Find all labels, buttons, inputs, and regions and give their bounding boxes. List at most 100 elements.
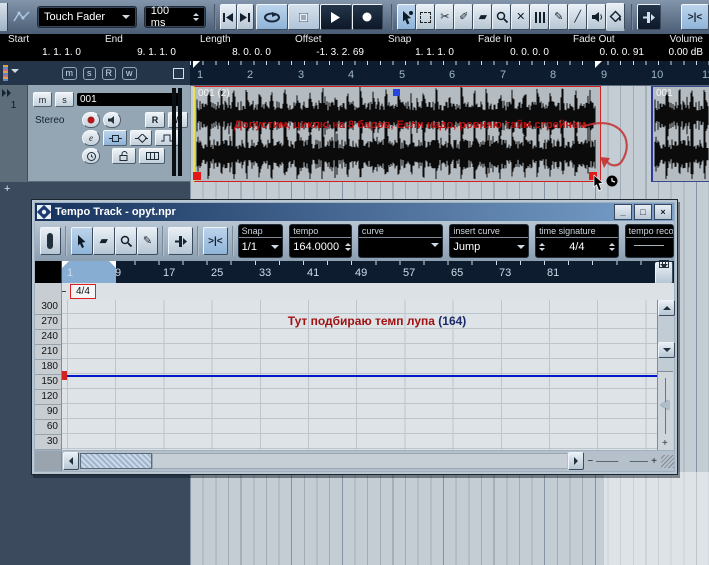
- ruler-options-button[interactable]: [655, 260, 673, 289]
- window-resize-grip[interactable]: [661, 454, 674, 468]
- track-mute-button[interactable]: m: [33, 92, 52, 107]
- info-snap[interactable]: Snap 1. 1. 1. 0: [380, 34, 470, 61]
- track-solo-button[interactable]: s: [55, 92, 74, 107]
- tool-draw[interactable]: ✎: [549, 4, 569, 30]
- global-solo-button[interactable]: s: [83, 66, 96, 80]
- chevron-down-icon[interactable]: [11, 69, 19, 77]
- tool-erase[interactable]: ▰: [473, 4, 493, 30]
- info-volume[interactable]: Volume 0.00 dB: [640, 34, 705, 61]
- tempo-tool-draw[interactable]: ✎: [136, 227, 159, 255]
- info-end[interactable]: End 9. 1. 1. 0: [97, 34, 192, 61]
- snap-value-panel[interactable]: Snap 1/1: [237, 224, 284, 258]
- tempo-event-point[interactable]: [62, 371, 67, 380]
- scroll-right-button[interactable]: [568, 452, 585, 470]
- cycle-button[interactable]: [255, 4, 288, 30]
- minimize-button[interactable]: _: [614, 204, 632, 220]
- track-controls-layout-icon[interactable]: [173, 67, 184, 79]
- tool-glue[interactable]: ✐: [454, 4, 474, 30]
- info-start[interactable]: Start 1. 1. 1. 0: [0, 34, 97, 61]
- horizontal-scrollbar[interactable]: − +: [35, 451, 674, 471]
- scrollbar-track[interactable]: [152, 453, 568, 469]
- global-read-button[interactable]: R: [101, 66, 116, 80]
- track-colors-icon[interactable]: [3, 65, 8, 81]
- tempo-ruler[interactable]: 1 9 17 25 33 41 49 57 65 73 81: [35, 260, 674, 289]
- track-inserts-state-button[interactable]: [103, 130, 127, 146]
- toolbar-partial-button[interactable]: [0, 3, 8, 31]
- scroll-left-button[interactable]: [63, 452, 79, 470]
- scrollbar-thumb[interactable]: [80, 453, 152, 469]
- spinner-arrows-icon[interactable]: [608, 243, 615, 251]
- zoom-thumb[interactable]: [618, 452, 631, 462]
- vertical-scrollbar[interactable]: +: [657, 300, 675, 450]
- tool-object-selection[interactable]: [397, 4, 417, 30]
- info-length[interactable]: Length 8. 0. 0. 0: [192, 34, 287, 61]
- tool-time-warp[interactable]: [530, 4, 550, 30]
- snap-button[interactable]: >|<: [681, 4, 709, 30]
- tempo-tool-arrow[interactable]: [70, 227, 93, 255]
- tempo-record-panel[interactable]: tempo reco: [624, 224, 674, 258]
- goto-next-button[interactable]: [236, 4, 254, 30]
- spinner-arrows-icon[interactable]: [192, 13, 199, 21]
- tempo-snap-button[interactable]: >|<: [203, 227, 228, 255]
- tool-mute[interactable]: ✕: [511, 4, 531, 30]
- stop-button[interactable]: [287, 4, 320, 30]
- automation-time-spinner[interactable]: 100 ms: [143, 5, 206, 29]
- tempo-tool-erase[interactable]: ▰: [92, 227, 115, 255]
- time-signature-panel[interactable]: time signature 4/4: [535, 224, 619, 258]
- track-handle[interactable]: 1: [0, 85, 28, 181]
- event-resize-handle-left[interactable]: [193, 172, 201, 180]
- track-read-button[interactable]: R: [145, 112, 165, 128]
- vertical-zoom-slider[interactable]: +: [658, 371, 673, 450]
- audio-event-001-2[interactable]: 001 (2): [193, 86, 601, 182]
- tempo-curve-line[interactable]: [62, 374, 657, 377]
- left-locator-icon[interactable]: [193, 61, 200, 68]
- tool-play-audition[interactable]: [587, 4, 607, 30]
- global-mute-button[interactable]: m: [61, 66, 77, 80]
- tool-range-selection[interactable]: [416, 4, 436, 30]
- horizontal-zoom-slider[interactable]: − +: [587, 452, 657, 467]
- tool-zoom[interactable]: [492, 4, 512, 30]
- tempo-value-panel[interactable]: tempo 164.0000: [289, 224, 352, 258]
- tool-split[interactable]: ✂: [435, 4, 455, 30]
- scroll-up-button[interactable]: [658, 300, 675, 316]
- track-record-enable-button[interactable]: [82, 112, 100, 128]
- track-sends-state-button[interactable]: [130, 130, 152, 146]
- info-fade-in[interactable]: Fade In 0. 0. 0. 0: [470, 34, 565, 61]
- play-button[interactable]: [319, 4, 352, 30]
- speaker-icon: [107, 116, 114, 124]
- record-button[interactable]: [351, 4, 384, 30]
- global-write-button[interactable]: w: [122, 66, 137, 80]
- track-timebase-button[interactable]: [82, 148, 100, 164]
- right-locator-icon[interactable]: [595, 61, 602, 68]
- maximize-button[interactable]: □: [634, 204, 652, 220]
- close-button[interactable]: ×: [654, 204, 672, 220]
- tempo-curve-display[interactable]: Тут подбираю темп лупа (164): [62, 300, 657, 450]
- add-track-button[interactable]: +: [4, 183, 10, 195]
- project-ruler[interactable]: 1 2 3 4 5 6 7 8 9 10 11: [190, 61, 709, 86]
- track-monitor-button[interactable]: [103, 112, 121, 128]
- tool-color[interactable]: [606, 3, 626, 31]
- tempo-window-titlebar[interactable]: Tempo Track - opyt.npr _ □ ×: [35, 203, 674, 221]
- spinner-arrows-icon[interactable]: [345, 243, 351, 251]
- scroll-down-button[interactable]: [658, 342, 675, 358]
- activate-tempo-track-button[interactable]: [40, 227, 61, 255]
- audio-event-001[interactable]: 001: [651, 86, 709, 182]
- insert-curve-panel[interactable]: insert curve Jump: [449, 224, 530, 258]
- track-1[interactable]: 1 m s 001 Stereo R W e: [0, 85, 190, 182]
- track-lock-button[interactable]: [112, 148, 136, 164]
- tempo-tool-zoom[interactable]: [114, 227, 137, 255]
- tool-line[interactable]: ╱: [568, 4, 588, 30]
- track-edit-channel-button[interactable]: e: [82, 130, 100, 146]
- snap-point-marker[interactable]: [393, 89, 400, 96]
- tempo-autoscroll-button[interactable]: [168, 227, 194, 255]
- time-signature-lane[interactable]: 4/4: [35, 283, 674, 301]
- info-offset[interactable]: Offset -1. 3. 2. 69: [287, 34, 380, 61]
- track-name-field[interactable]: 001: [77, 93, 181, 106]
- track-lanes-button[interactable]: [139, 148, 165, 164]
- zoom-thumb[interactable]: [660, 400, 669, 410]
- time-signature-event[interactable]: 4/4: [70, 284, 96, 299]
- automation-mode-dropdown[interactable]: Touch Fader: [36, 6, 137, 28]
- goto-previous-button[interactable]: [219, 4, 237, 30]
- autoscroll-button[interactable]: [637, 4, 662, 30]
- curve-panel[interactable]: curve: [357, 224, 444, 258]
